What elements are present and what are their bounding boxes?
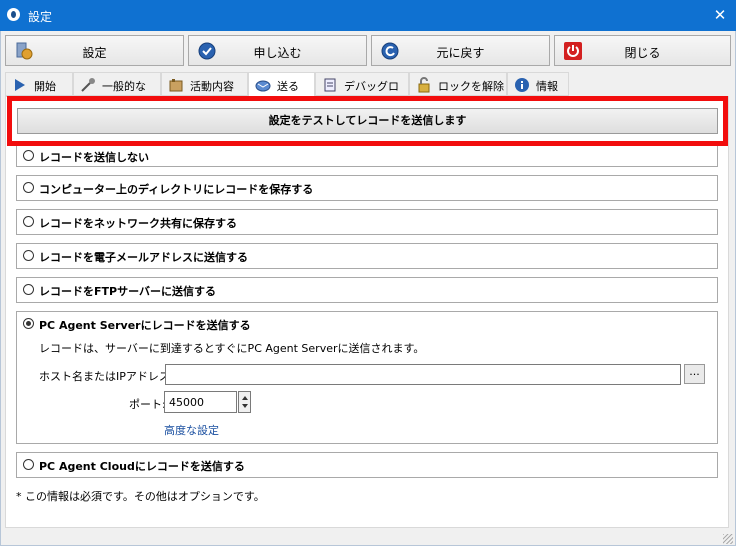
- tab-debug-log[interactable]: デバッグログ: [315, 72, 409, 109]
- host-input[interactable]: [165, 364, 681, 385]
- host-label: ホスト名またはIPアドレス*:: [39, 370, 180, 383]
- radio-send-email[interactable]: [23, 250, 34, 261]
- title-bar: 設定 ✕: [0, 0, 736, 31]
- window-title: 設定: [28, 10, 53, 24]
- highlight-box: [7, 96, 728, 146]
- tab-general-label: 一般的な: [102, 80, 146, 93]
- option-save-network[interactable]: レコードをネットワーク共有に保存する: [16, 209, 718, 235]
- radio-save-local[interactable]: [23, 182, 34, 193]
- tab-start[interactable]: 開始: [5, 72, 73, 96]
- stepper-up-icon[interactable]: [242, 396, 248, 400]
- tab-general[interactable]: 一般的な: [73, 72, 161, 96]
- revert-button-label: 元に戻す: [436, 46, 485, 60]
- port-input[interactable]: [164, 391, 237, 413]
- close-window-button[interactable]: ✕: [710, 5, 730, 25]
- option-send-ftp[interactable]: レコードをFTPサーバーに送信する: [16, 277, 718, 303]
- option-send-server-label: PC Agent Serverにレコードを送信する: [39, 319, 251, 332]
- tab-send-label: 送る: [277, 80, 299, 93]
- activity-icon: [169, 79, 183, 92]
- option-send-cloud-label: PC Agent Cloudにレコードを送信する: [39, 460, 245, 473]
- option-send-email-label: レコードを電子メールアドレスに送信する: [39, 251, 248, 264]
- option-save-network-label: レコードをネットワーク共有に保存する: [39, 217, 237, 230]
- advanced-settings-link[interactable]: 高度な設定: [164, 422, 219, 438]
- tab-unlock-label: ロックを解除: [438, 80, 504, 93]
- load-button[interactable]: 申し込む: [188, 35, 367, 66]
- tab-bar: 開始 一般的な 活動内容 送る デバッグログ ロックを解除 情報: [5, 72, 731, 109]
- settings-button[interactable]: 設定: [5, 35, 184, 66]
- app-icon: [7, 8, 20, 21]
- revert-button[interactable]: 元に戻す: [371, 35, 550, 66]
- option-send-server[interactable]: PC Agent Serverにレコードを送信する レコードは、サーバーに到達す…: [16, 311, 718, 444]
- option-save-local-label: コンピューター上のディレクトリにレコードを保存する: [39, 183, 314, 196]
- option-send-email[interactable]: レコードを電子メールアドレスに送信する: [16, 243, 718, 269]
- option-no-send-label: レコードを送信しない: [39, 151, 149, 164]
- radio-no-send[interactable]: [23, 150, 34, 161]
- stepper-down-icon[interactable]: [242, 404, 248, 408]
- radio-send-server[interactable]: [23, 318, 34, 329]
- option-send-cloud[interactable]: PC Agent Cloudにレコードを送信する: [16, 452, 718, 478]
- info-icon: [515, 78, 529, 92]
- browse-button[interactable]: ...: [684, 364, 705, 384]
- tab-activity-label: 活動内容: [190, 80, 234, 93]
- tools-icon: [81, 78, 95, 92]
- option-save-local[interactable]: コンピューター上のディレクトリにレコードを保存する: [16, 175, 718, 201]
- close-button-label: 閉じる: [624, 46, 661, 60]
- lock-icon: [418, 77, 430, 93]
- tab-activity[interactable]: 活動内容: [161, 72, 248, 96]
- tab-info[interactable]: 情報: [507, 72, 569, 96]
- tab-info-label: 情報: [536, 80, 558, 93]
- close-button[interactable]: 閉じる: [554, 35, 731, 66]
- log-icon: [324, 78, 336, 92]
- required-footnote: * この情報は必須です。その他はオプションです。: [16, 490, 265, 503]
- port-stepper[interactable]: [238, 391, 251, 413]
- resize-grip[interactable]: [723, 534, 733, 544]
- load-button-label: 申し込む: [253, 46, 302, 60]
- server-description: レコードは、サーバーに到達するとすぐにPC Agent Serverに送信されま…: [39, 342, 425, 355]
- tab-send[interactable]: 送る: [248, 72, 315, 98]
- tab-start-label: 開始: [34, 80, 56, 93]
- radio-save-network[interactable]: [23, 216, 34, 227]
- tab-unlock[interactable]: ロックを解除: [409, 72, 507, 96]
- send-icon: [255, 80, 271, 92]
- option-send-ftp-label: レコードをFTPサーバーに送信する: [39, 285, 216, 298]
- port-label: ポート:: [129, 398, 166, 411]
- play-icon: [15, 79, 25, 91]
- settings-button-label: 設定: [82, 46, 107, 60]
- radio-send-cloud[interactable]: [23, 459, 34, 470]
- option-no-send[interactable]: レコードを送信しない: [16, 143, 718, 167]
- radio-send-ftp[interactable]: [23, 284, 34, 295]
